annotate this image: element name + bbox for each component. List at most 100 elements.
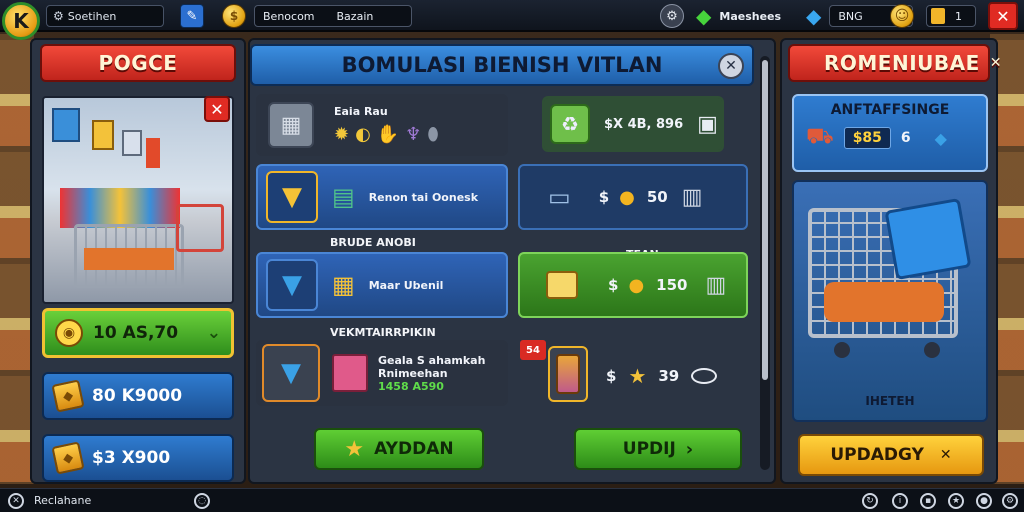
item-row[interactable]: ▼ ▤ Renon tai Oonesk <box>256 164 508 230</box>
phone-screen <box>556 354 580 394</box>
shield-icon: ⬮ <box>427 124 439 145</box>
refresh-icon[interactable]: ↻ <box>862 493 878 509</box>
coin-icon: $ <box>222 4 246 28</box>
star-icon[interactable]: ★ <box>948 493 964 509</box>
right-panel-title: ROMENIUBAE ✕ <box>788 44 1002 82</box>
panel-title: ROMENIUBAE <box>824 51 980 75</box>
section-label: VEKMTAIRRPIKIN <box>330 326 436 339</box>
recycle-bin-icon: ♻ <box>550 104 590 144</box>
product-shelf <box>60 188 180 228</box>
summary-price: $85 <box>843 127 891 149</box>
settings-icon: ⚙ <box>53 9 64 23</box>
store-image <box>42 96 234 304</box>
sun-icon: ✹ <box>334 124 350 145</box>
left-panel-title: POGCE <box>40 44 236 82</box>
price-card[interactable]: ▭ $ ● 50 ▥ <box>518 164 748 230</box>
edit-button[interactable]: ✎ <box>180 4 204 28</box>
close-icon[interactable]: ✕ <box>718 53 744 79</box>
item-row[interactable]: ▦ Eaia Rau ✹ ◐ ✋ ♆ ⬮ <box>256 94 508 156</box>
scrollbar-thumb[interactable] <box>762 60 768 380</box>
boxes-icon: ▦ <box>332 271 355 299</box>
cart-goods <box>824 282 944 322</box>
price-row[interactable]: $ ★ 39 <box>606 364 718 388</box>
wheel <box>924 342 940 358</box>
search-icon[interactable]: ◌ <box>194 493 210 509</box>
poster <box>92 120 114 150</box>
cart-label: IHETEH <box>865 394 915 408</box>
close-icon: ✕ <box>939 447 952 463</box>
gem-icon: ◆ <box>696 4 712 28</box>
search-label: Soetihen <box>67 9 117 23</box>
close-image-button[interactable]: ✕ <box>204 96 230 122</box>
dollar-label: $ <box>606 367 617 385</box>
price-button[interactable]: ◆ $3 X900 <box>42 434 234 482</box>
info-icon[interactable]: i <box>892 493 908 509</box>
money-bag-icon: ● <box>619 186 635 208</box>
product-icon <box>332 354 368 392</box>
settings-icon[interactable]: ✕ <box>8 493 24 509</box>
item-price: 1458 A590 <box>378 379 444 393</box>
item-price: $X 4B, 896 <box>604 116 684 132</box>
price-value: 10 AS,70 <box>93 323 179 343</box>
close-icon: ✕ <box>996 6 1010 26</box>
item-row[interactable]: ▼ Geala S ahamkah Rnimeehan 1458 A590 <box>256 340 508 406</box>
store-shelf-left <box>0 34 34 484</box>
section-label: BRUDE ANOBI <box>330 236 416 249</box>
dollar-label: $ <box>608 276 619 294</box>
gear-button[interactable]: ⚙ <box>660 4 684 28</box>
lock-icon: ◉ <box>55 319 83 347</box>
add-button[interactable]: ★ AYDDAN <box>314 428 484 470</box>
close-button[interactable]: ✕ <box>988 2 1018 30</box>
game-logo[interactable]: K <box>2 2 40 40</box>
product-summary[interactable]: ANFTAFFSINGE ⛟ $85 6 ◆ <box>792 94 988 172</box>
lock-icon[interactable]: ▪ <box>920 493 936 509</box>
update-button[interactable]: UPDIJ › <box>574 428 742 470</box>
bottom-bar: ✕ Reclahane ◌ ↻ i ▪ ★ ● ⚙ <box>0 488 1024 512</box>
item-row[interactable]: ▼ ▦ Maar Ubenil <box>256 252 508 318</box>
price-value: 39 <box>658 367 680 385</box>
smile-icon: ☺ <box>890 4 914 28</box>
register-icon <box>546 271 578 299</box>
price-card-selected[interactable]: $ ● 150 ▥ <box>518 252 748 318</box>
star-icon: ★ <box>628 364 647 388</box>
poster <box>146 138 160 168</box>
knot-icon: ♆ <box>405 124 422 145</box>
chevron-right-icon: › <box>685 438 694 460</box>
price-value: 80 K9000 <box>92 386 183 406</box>
gear-icon[interactable]: ⚙ <box>1002 493 1018 509</box>
pencil-icon: ✎ <box>186 8 198 24</box>
bin-icon: ▥ <box>681 184 703 210</box>
upgrade-button[interactable]: UPDADGY ✕ <box>798 434 984 476</box>
update-button-label: UPDIJ <box>622 439 676 459</box>
center-panel-title: BOMULASI BIENISH VITLAN ✕ <box>250 44 754 86</box>
close-icon[interactable]: ✕ <box>990 55 1002 71</box>
store-value: Bazain <box>336 9 374 23</box>
shopping-cart-icon: ⛟ <box>806 124 834 149</box>
cart-goods <box>84 248 174 270</box>
status-text: Reclahane <box>34 494 92 507</box>
monitor-icon: ▭ <box>548 183 571 211</box>
hand-icon: ✋ <box>376 124 400 145</box>
price-button[interactable]: ◆ 80 K9000 <box>42 372 234 420</box>
bin-icon: ▣ <box>697 111 718 137</box>
price-value: $3 X900 <box>92 448 171 468</box>
level-value: 1 <box>955 9 962 23</box>
price-button-selected[interactable]: ◉ 10 AS,70 ⌄ <box>42 308 234 358</box>
price-card[interactable]: ♻ $X 4B, 896 ▣ <box>542 96 724 152</box>
upgrade-button-label: UPDADGY <box>830 445 924 465</box>
person-icon[interactable]: ● <box>976 493 992 509</box>
trash-can-icon: ▦ <box>268 102 314 148</box>
search-field[interactable]: ⚙ Soetihen <box>46 5 164 27</box>
item-subtitle: Rnimeehan <box>378 366 448 380</box>
gems-chip[interactable]: ◆ Maeshees <box>696 4 781 28</box>
summary-qty: 6 <box>900 130 911 146</box>
star-icon: ★ <box>344 436 365 462</box>
level-chip: 1 <box>926 4 976 28</box>
chevron-down-icon: ⌄ <box>206 323 221 343</box>
store-chip[interactable]: $ Benocom Bazain <box>222 4 412 28</box>
item-label: Eaia Rau <box>334 105 388 118</box>
tag-icon: ◆ <box>51 441 85 475</box>
crate-icon: ▤ <box>332 183 355 211</box>
tag-icon: ◆ <box>51 379 85 413</box>
phone-icon <box>548 346 588 402</box>
